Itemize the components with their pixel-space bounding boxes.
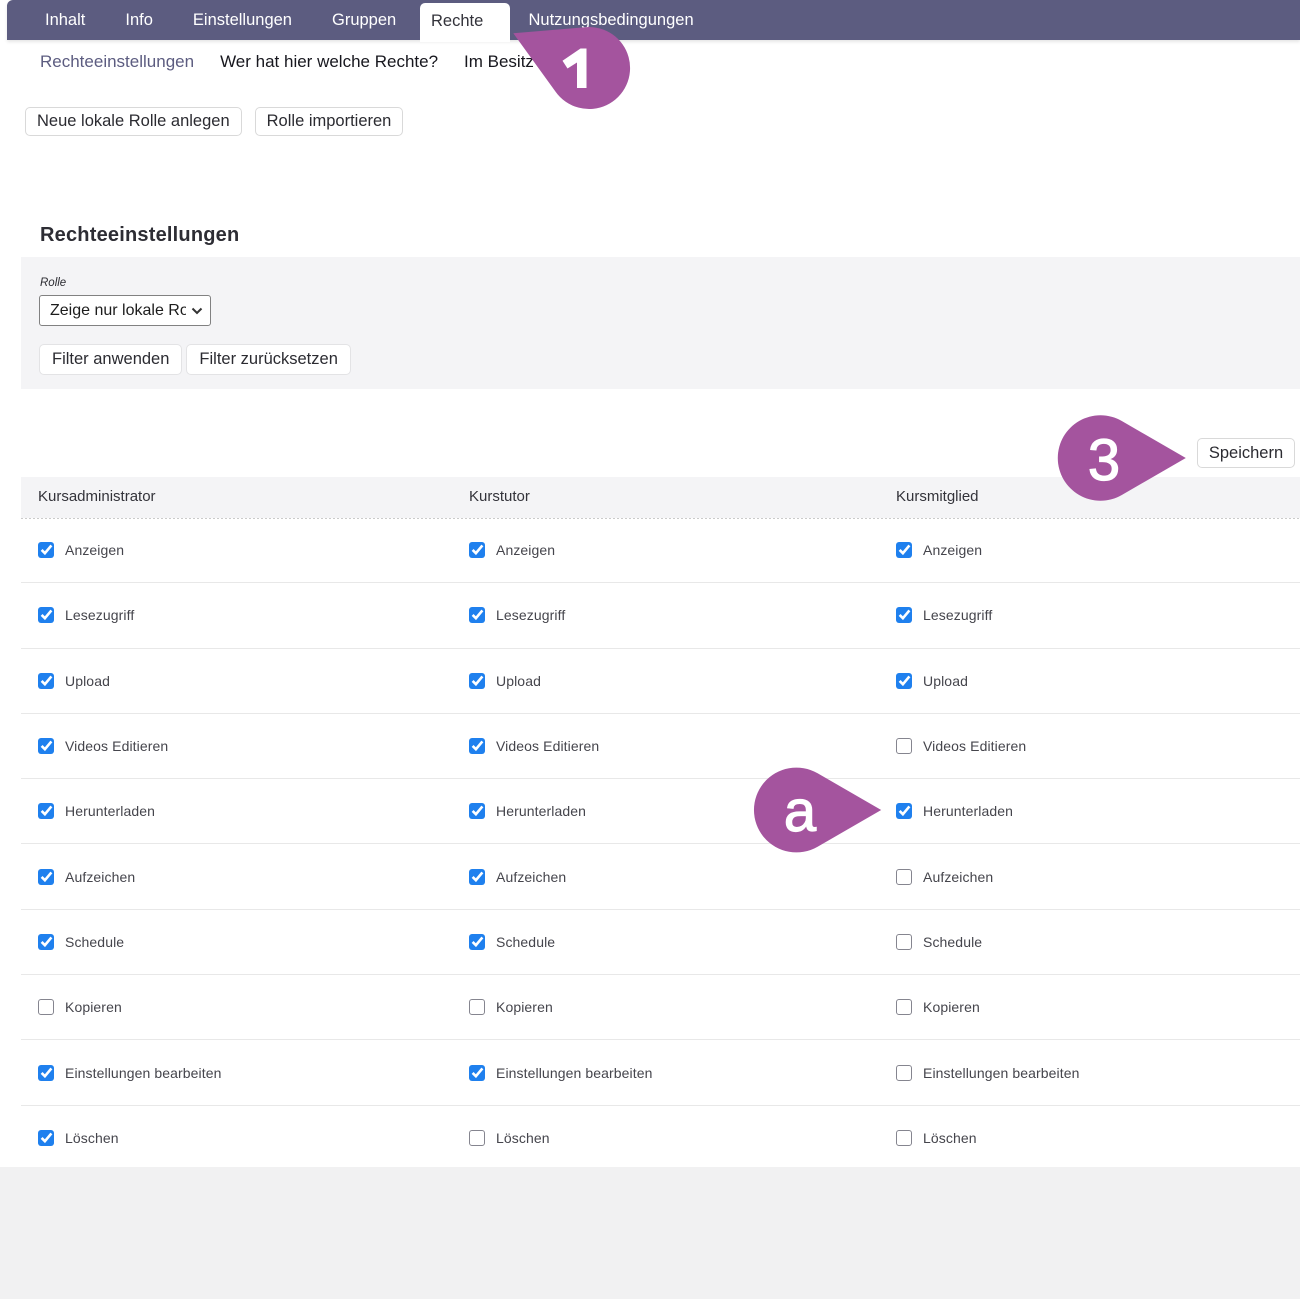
svg-text:3: 3 xyxy=(1088,428,1120,493)
svg-text:a: a xyxy=(784,779,817,844)
